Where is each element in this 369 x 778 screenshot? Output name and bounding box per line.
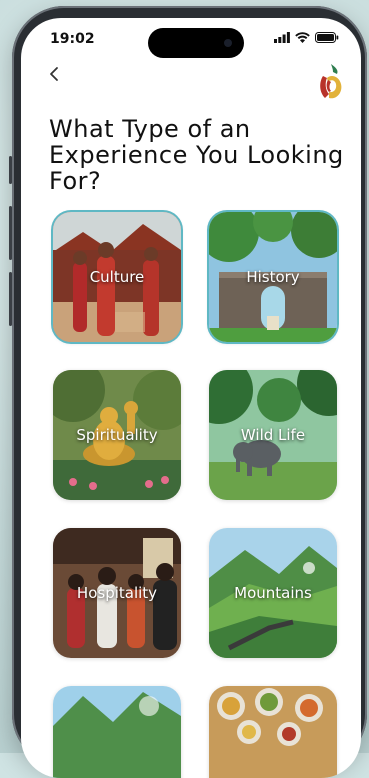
experience-card-spirituality[interactable]: Spirituality: [53, 370, 181, 500]
app-screen: 19:02 What Type of an Experience You Loo…: [21, 18, 361, 778]
experience-card-mountains[interactable]: Mountains: [209, 528, 337, 658]
nature-image: [53, 686, 181, 778]
experience-label: Hospitality: [76, 584, 158, 602]
page-title: What Type of an Experience You Looking F…: [49, 115, 344, 195]
status-bar: 19:02: [21, 18, 361, 62]
experience-label: Spirituality: [76, 426, 158, 444]
volume-up-button: [9, 206, 12, 260]
camera-icon: [224, 39, 232, 47]
signal-icon: [274, 32, 290, 43]
volume-down-button: [9, 272, 12, 326]
dynamic-island: [148, 28, 244, 58]
experience-card-food[interactable]: [209, 686, 337, 778]
app-logo: [320, 64, 342, 99]
experience-card-history[interactable]: History: [209, 212, 337, 342]
food-image: [209, 686, 337, 778]
status-time: 19:02: [50, 31, 95, 47]
experience-label: Wild Life: [240, 426, 306, 444]
back-button[interactable]: [45, 64, 65, 84]
experience-label: Mountains: [234, 584, 312, 602]
status-icons: [274, 32, 339, 43]
experience-card-wild-life[interactable]: Wild Life: [209, 370, 337, 500]
experience-label: Culture: [89, 268, 145, 286]
mute-switch: [9, 156, 12, 184]
battery-icon: [315, 32, 339, 43]
experience-label: History: [246, 268, 300, 286]
experience-card-nature[interactable]: [53, 686, 181, 778]
wifi-icon: [295, 32, 310, 43]
experience-card-hospitality[interactable]: Hospitality: [53, 528, 181, 658]
experience-card-culture[interactable]: Culture: [53, 212, 181, 342]
